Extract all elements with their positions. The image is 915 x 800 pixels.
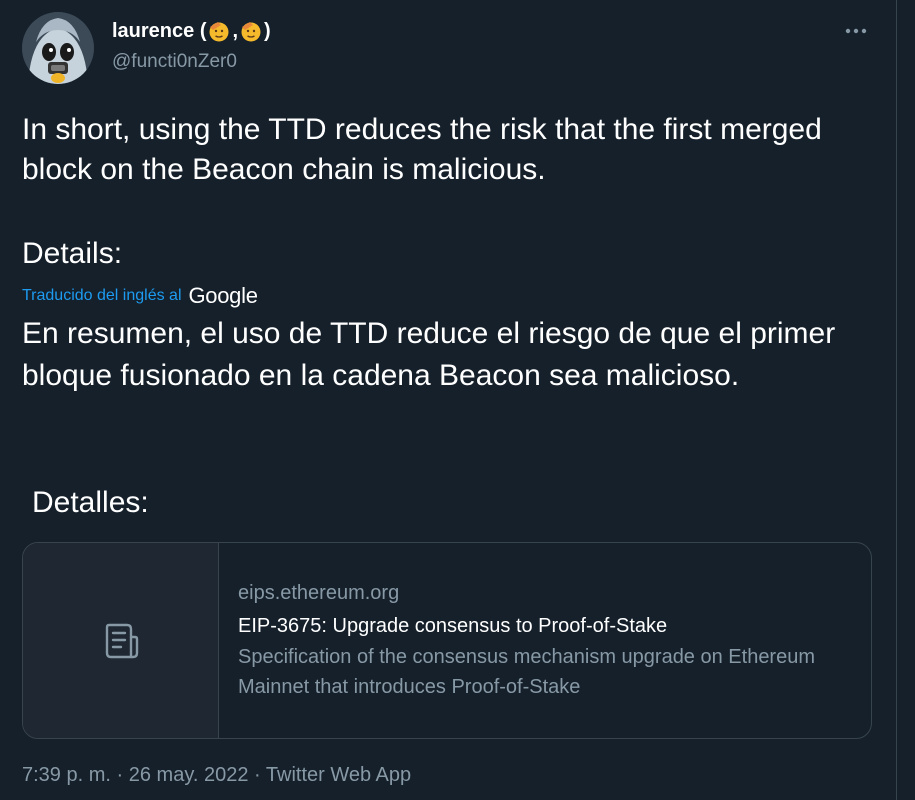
card-thumbnail	[23, 543, 219, 738]
tweet-container: laurence ( , ) @functi0nZer0 In short, u…	[0, 0, 897, 800]
separator: ·	[116, 764, 124, 786]
document-icon	[105, 623, 138, 658]
author-name-separator: ,	[232, 19, 239, 42]
tweet-source[interactable]: Twitter Web App	[266, 764, 411, 786]
saluting-face-emoji-icon	[209, 22, 229, 42]
card-title: EIP-3675: Upgrade consensus to Proof-of-…	[238, 615, 668, 637]
avatar[interactable]	[22, 12, 94, 84]
card-body: eips.ethereum.org EIP-3675: Upgrade cons…	[219, 543, 818, 738]
tweet-time[interactable]: 7:39 p. m.	[22, 764, 111, 786]
translated-text: En resumen, el uso de TTD reduce el ries…	[22, 317, 836, 392]
link-preview-card[interactable]: eips.ethereum.org EIP-3675: Upgrade cons…	[22, 542, 872, 739]
tweet-details-label: Details:	[22, 237, 123, 270]
card-description: Specification of the consensus mechanism…	[238, 646, 816, 698]
author-name-text: laurence (	[112, 19, 207, 42]
tweet-date[interactable]: 26 may. 2022	[129, 764, 249, 786]
translation-note: Traducido del inglés al Google	[22, 283, 258, 309]
author-name[interactable]: laurence ( , )	[112, 19, 271, 43]
separator: ·	[254, 764, 261, 786]
google-logo: Google	[188, 283, 258, 308]
saluting-face-emoji-icon	[241, 22, 261, 42]
tweet-metadata: 7:39 p. m. · 26 may. 2022 · Twitter Web …	[22, 764, 411, 787]
tweet-text: In short, using the TTD reduces the risk…	[22, 113, 822, 186]
more-options-button[interactable]	[834, 16, 878, 46]
more-dots-icon	[845, 28, 867, 34]
card-domain: eips.ethereum.org	[238, 582, 400, 604]
author-name-end: )	[264, 19, 271, 42]
translation-note-link[interactable]: Traducido del inglés al	[22, 287, 182, 305]
translated-details-label: Detalles:	[32, 486, 149, 519]
author-handle[interactable]: @functi0nZer0	[112, 51, 237, 73]
